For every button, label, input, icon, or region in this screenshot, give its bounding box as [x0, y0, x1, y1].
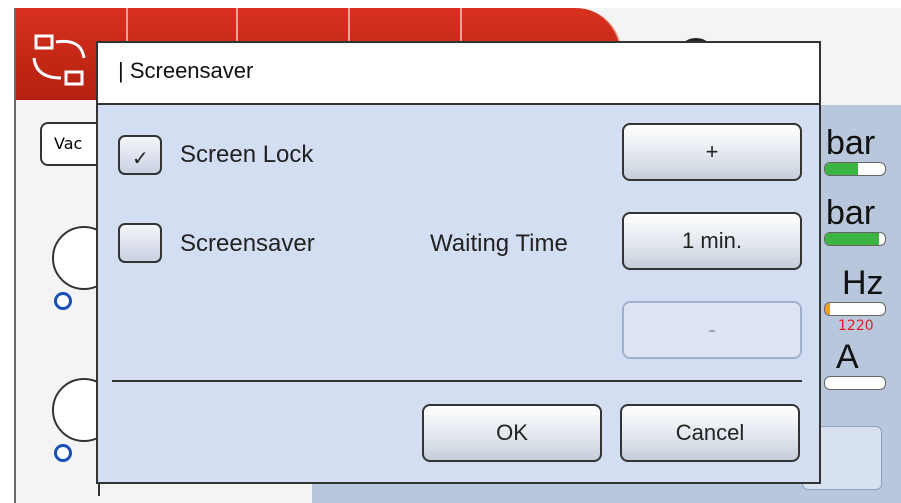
dialog-divider: [112, 380, 802, 382]
ok-button[interactable]: OK: [422, 404, 602, 462]
gauge-bar: [824, 302, 886, 316]
check-icon: ✓: [132, 146, 149, 170]
gauge-unit: bar: [826, 124, 876, 162]
status-dot-icon: [54, 292, 72, 310]
gauge-bar: [824, 232, 886, 246]
gauge-unit: Hz: [842, 264, 884, 302]
screensaver-dialog: | Screensaver ✓ Screen Lock Screensaver …: [96, 41, 821, 484]
waiting-time-label: Waiting Time: [430, 230, 568, 257]
screen-lock-checkbox[interactable]: ✓: [118, 135, 162, 175]
gauge-unit: bar: [826, 194, 876, 232]
screensaver-checkbox[interactable]: [118, 223, 162, 263]
dialog-title: | Screensaver: [118, 58, 254, 83]
gauge-extra: 1220: [838, 318, 874, 334]
status-dot-icon: [54, 444, 72, 462]
dialog-titlebar: | Screensaver: [98, 43, 819, 105]
gauge-bar: [824, 162, 886, 176]
cycle-icon: [32, 34, 86, 86]
decrease-button[interactable]: -: [622, 301, 802, 359]
screensaver-label: Screensaver: [180, 230, 315, 257]
screen-lock-label: Screen Lock: [180, 141, 314, 168]
increase-button[interactable]: +: [622, 123, 802, 181]
waiting-time-value[interactable]: 1 min.: [622, 212, 802, 270]
gauge-bar: [824, 376, 886, 390]
dialog-title-text: Screensaver: [129, 58, 254, 83]
gauge-unit: A: [836, 338, 859, 376]
cancel-button[interactable]: Cancel: [620, 404, 800, 462]
